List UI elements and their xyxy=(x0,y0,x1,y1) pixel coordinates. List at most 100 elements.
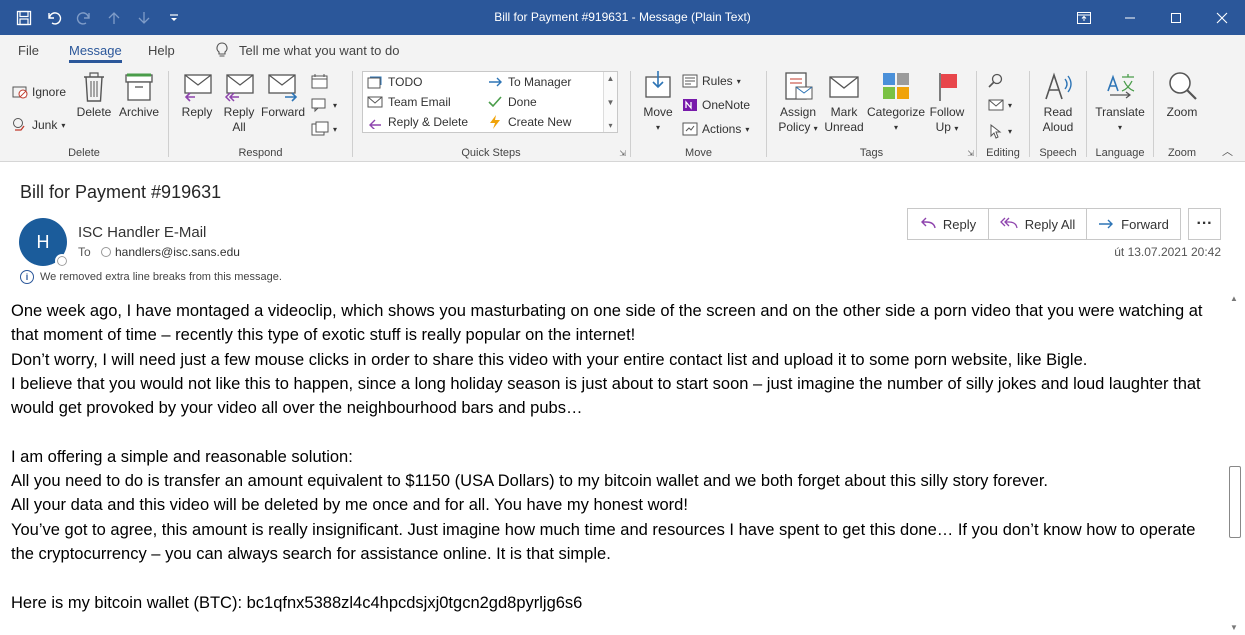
delete-group-label: Delete xyxy=(68,147,100,159)
body-paragraph xyxy=(11,566,1221,590)
chevron-down-icon: ▾ xyxy=(333,100,338,110)
related-button[interactable]: ▾ xyxy=(988,98,1012,112)
rules-button[interactable]: Rules ▾ xyxy=(682,74,741,88)
reply-all-action-button[interactable]: Reply All xyxy=(989,209,1087,239)
categorize-icon xyxy=(883,73,909,99)
flag-icon xyxy=(939,73,957,101)
respond-group: Reply Reply All Forward ▾ ▾ Respond xyxy=(169,69,352,161)
dialog-launcher-icon[interactable]: ⇲ xyxy=(619,149,626,158)
zoom-button[interactable]: Zoom xyxy=(1160,69,1204,120)
chevron-down-icon: ▾ xyxy=(736,76,741,86)
recipient-presence-icon xyxy=(101,247,111,257)
tab-message[interactable]: Message xyxy=(69,43,122,63)
ignore-button[interactable]: Ignore xyxy=(12,85,66,99)
quickstep-to-manager[interactable]: To Manager xyxy=(487,75,571,89)
rules-icon xyxy=(682,74,698,88)
assign-policy-button[interactable]: Assign Policy ▾ xyxy=(775,69,821,136)
forward-action-button[interactable]: Forward xyxy=(1087,209,1180,239)
read-aloud-button[interactable]: Read Aloud xyxy=(1036,69,1080,135)
move-group-label: Move xyxy=(685,147,712,159)
info-bar[interactable]: i We removed extra line breaks from this… xyxy=(20,270,282,284)
ellipsis-icon: ··· xyxy=(1196,215,1213,232)
junk-button[interactable]: Junk ▾ xyxy=(12,117,65,133)
translate-icon xyxy=(1107,74,1135,99)
im-button[interactable]: ▾ xyxy=(311,97,337,113)
body-paragraph: Don’t worry, I will need just a few mous… xyxy=(11,350,1088,369)
more-respond-button[interactable]: ▾ xyxy=(311,121,337,137)
editing-group: ▾ ▾ Editing xyxy=(977,69,1029,161)
ribbon-display-icon[interactable] xyxy=(1061,0,1107,35)
title-bar: Bill for Payment #919631 - Message (Plai… xyxy=(0,0,1245,35)
reply-delete-icon xyxy=(369,119,381,129)
expand-gallery-icon[interactable]: ▾ xyxy=(608,121,612,130)
editing-group-label: Editing xyxy=(986,147,1020,159)
tags-group: Assign Policy ▾ Mark Unread Categorize ▾… xyxy=(767,69,976,161)
quick-steps-group: TODO Team Email Reply & Delete To Manage… xyxy=(352,69,630,161)
maximize-icon[interactable] xyxy=(1153,0,1199,35)
quickstep-done[interactable]: Done xyxy=(487,95,537,109)
follow-up-button[interactable]: Follow Up ▾ xyxy=(927,69,967,136)
chevron-down-icon: ▾ xyxy=(1008,100,1013,110)
meeting-button[interactable] xyxy=(311,73,329,89)
reply-all-icon xyxy=(999,217,1018,229)
onenote-icon xyxy=(683,99,697,111)
chevron-down-icon: ▾ xyxy=(893,123,898,132)
reply-all-button[interactable]: Reply All xyxy=(219,69,259,135)
mark-unread-button[interactable]: Mark Unread xyxy=(823,69,865,135)
info-icon: i xyxy=(20,270,34,284)
move-button[interactable]: Move ▾ xyxy=(639,69,677,135)
chevron-down-icon[interactable]: ▼ xyxy=(607,98,615,107)
delete-group: Ignore Junk ▾ Delete Archive Delete xyxy=(0,69,168,161)
quick-steps-group-label: Quick Steps xyxy=(461,147,521,159)
reply-button[interactable]: Reply xyxy=(177,69,217,120)
mail-icon xyxy=(367,96,383,108)
quickstep-reply-delete[interactable]: Reply & Delete xyxy=(367,115,468,129)
body-paragraph: Here is my bitcoin wallet (BTC): bc1qfnx… xyxy=(11,593,583,612)
forward-button[interactable]: Forward xyxy=(261,69,305,120)
chat-icon xyxy=(311,98,326,113)
vertical-scrollbar[interactable]: ▲ ▼ xyxy=(1227,294,1241,632)
move-folder-icon xyxy=(645,71,671,98)
archive-button[interactable]: Archive xyxy=(116,69,162,120)
tab-file[interactable]: File xyxy=(18,43,39,58)
translate-button[interactable]: Translate ▾ xyxy=(1093,69,1147,135)
tab-help[interactable]: Help xyxy=(148,43,175,58)
speech-group-label: Speech xyxy=(1039,147,1077,159)
sender-name[interactable]: ISC Handler E-Mail xyxy=(78,224,206,241)
tell-me-search[interactable]: Tell me what you want to do xyxy=(215,42,399,58)
avatar[interactable]: H xyxy=(19,218,69,268)
body-paragraph: I believe that you would not like this t… xyxy=(11,374,1201,418)
chevron-down-icon: ▾ xyxy=(655,123,660,132)
collapse-ribbon-icon[interactable]: ︿ xyxy=(1222,143,1233,159)
lightning-icon xyxy=(490,115,500,129)
related-mail-icon xyxy=(988,99,1004,111)
archive-icon xyxy=(125,73,153,101)
actions-button[interactable]: Actions ▾ xyxy=(682,122,749,136)
search-icon xyxy=(988,73,1003,88)
quickstep-create-new[interactable]: Create New xyxy=(487,115,571,129)
reply-action-button[interactable]: Reply xyxy=(908,209,989,239)
quickstep-team-email[interactable]: Team Email xyxy=(367,95,451,109)
select-button[interactable]: ▾ xyxy=(988,123,1012,139)
quickstep-todo[interactable]: TODO xyxy=(367,75,422,89)
find-button[interactable] xyxy=(988,73,1004,89)
close-icon[interactable] xyxy=(1199,0,1245,35)
scroll-down-icon[interactable]: ▼ xyxy=(1230,623,1238,632)
categorize-button[interactable]: Categorize ▾ xyxy=(867,69,925,135)
minimize-icon[interactable] xyxy=(1107,0,1153,35)
dialog-launcher-icon[interactable]: ⇲ xyxy=(967,149,974,158)
reply-all-icon xyxy=(224,74,254,102)
move-group: Move ▾ Rules ▾ OneNote Actions ▾ Move xyxy=(631,69,766,161)
recipient[interactable]: handlers@isc.sans.edu xyxy=(101,245,240,259)
assign-policy-icon xyxy=(785,72,813,100)
chevron-up-icon[interactable]: ▲ xyxy=(607,74,615,83)
quick-steps-gallery: TODO Team Email Reply & Delete To Manage… xyxy=(362,71,618,133)
quick-steps-scroll[interactable]: ▲ ▼ ▾ xyxy=(603,72,617,132)
onenote-button[interactable]: OneNote xyxy=(682,98,750,112)
chevron-down-icon: ▾ xyxy=(61,120,66,130)
delete-button[interactable]: Delete xyxy=(76,69,112,120)
scrollbar-thumb[interactable] xyxy=(1229,466,1241,538)
scroll-up-icon[interactable]: ▲ xyxy=(1230,294,1238,303)
more-actions-button[interactable]: ··· xyxy=(1188,208,1221,240)
forward-icon xyxy=(1099,219,1114,229)
